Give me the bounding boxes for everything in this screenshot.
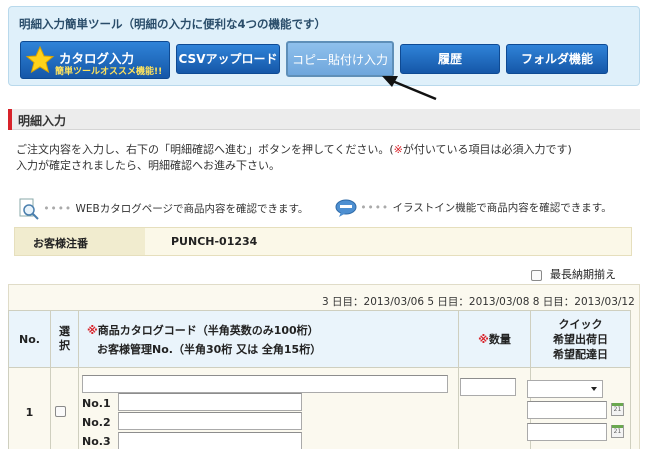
chevron-down-icon <box>591 387 597 391</box>
col-header-no: No. <box>8 310 51 368</box>
section-accent-bar <box>8 109 12 130</box>
customer-no-label-1: No.1 <box>82 397 111 410</box>
catalog-input-button[interactable]: カタログ入力 簡単ツールオススメ機能!! <box>20 41 170 79</box>
col-header-quick-dates: クイック 希望出荷日 希望配達日 <box>530 310 631 368</box>
desired-delivery-date-input[interactable] <box>527 423 607 441</box>
star-icon <box>25 45 55 74</box>
customer-no-label-2: No.2 <box>82 416 111 429</box>
delivery-dates-summary: 3 日目：2013/03/06 5 日目：2013/03/08 8 日目：201… <box>322 296 635 308</box>
quick-tool-panel: 明細入力簡単ツール（明細の入力に便利な4つの機能です） カタログ入力 簡単ツール… <box>8 6 640 86</box>
quick-date-select[interactable] <box>527 380 603 398</box>
speech-bubble-icon <box>335 199 357 217</box>
csv-upload-button[interactable]: CSVアップロード <box>176 44 280 74</box>
catalog-code-input[interactable] <box>82 375 448 393</box>
table-header-row: No. 選択 ※商品カタログコード（半角英数のみ100桁） お客様管理No.（半… <box>8 310 631 368</box>
tool-panel-title: 明細入力簡単ツール（明細の入力に便利な4つの機能です） <box>19 17 326 31</box>
customer-no-label-3: No.3 <box>82 435 111 448</box>
quantity-input[interactable] <box>460 378 516 396</box>
longest-delivery-label: 最長納期揃え <box>550 268 616 281</box>
customer-no-input-1[interactable] <box>118 393 302 411</box>
col-header-quantity: ※数量 <box>458 310 531 368</box>
col-header-select: 選択 <box>50 310 79 368</box>
section-title: 明細入力 <box>18 114 67 128</box>
illustrain-info: •••• イラストイン機能で商品内容を確認できます。 <box>335 198 612 218</box>
col-header-catalog-code: ※商品カタログコード（半角英数のみ100桁） お客様管理No.（半角30桁 又は… <box>78 310 459 368</box>
instruction-line-2: 入力が確定されましたら、明細確認へお進み下さい。 <box>16 159 280 172</box>
calendar-icon[interactable]: 21 <box>611 403 624 416</box>
pointer-arrow-icon <box>382 76 437 101</box>
instruction-line-1: ご注文内容を入力し、右下の「明細確認へ進む」ボタンを押してください。(※が付いて… <box>16 143 572 156</box>
row-select-checkbox[interactable] <box>55 406 66 417</box>
customer-order-number-value: PUNCH-01234 <box>171 235 258 248</box>
catalog-input-sublabel: 簡単ツールオススメ機能!! <box>55 67 163 77</box>
customer-no-input-2[interactable] <box>118 412 302 430</box>
section-header: 明細入力 <box>8 109 640 130</box>
row-number: 1 <box>8 367 51 449</box>
calendar-icon[interactable]: 21 <box>611 425 624 438</box>
magnifier-document-icon <box>19 198 39 220</box>
customer-no-input-3[interactable] <box>118 432 302 449</box>
customer-order-number-box: お客様注番 PUNCH-01234 <box>14 227 632 256</box>
folder-button[interactable]: フォルダ機能 <box>506 44 608 74</box>
longest-delivery-option: 最長納期揃え <box>531 266 616 282</box>
longest-delivery-checkbox[interactable] <box>531 269 542 281</box>
desired-ship-date-input[interactable] <box>527 401 607 419</box>
history-button[interactable]: 履歴 <box>400 44 500 74</box>
copy-paste-input-button[interactable]: コピー貼付け入力 <box>286 41 394 77</box>
web-catalog-info: •••• WEBカタログページで商品内容を確認できます。 <box>18 198 308 220</box>
customer-order-number-label: お客様注番 <box>15 228 145 255</box>
